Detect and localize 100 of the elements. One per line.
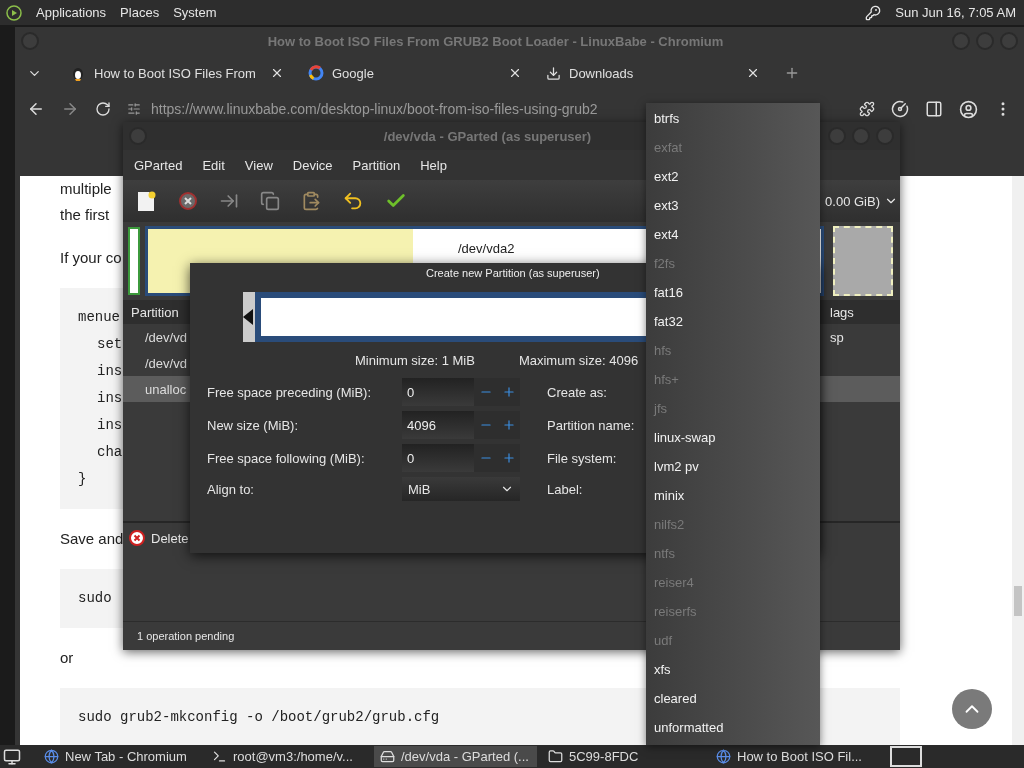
menu-item[interactable]: ext3	[646, 191, 820, 220]
close-icon[interactable]	[746, 66, 760, 80]
site-info-icon[interactable]	[127, 102, 141, 116]
increment-button[interactable]	[497, 411, 520, 439]
window-title: How to Boot ISO Files From GRUB2 Boot Loader - LinuxBabe - Chromium	[266, 33, 725, 49]
globe-icon	[44, 749, 59, 764]
column-header[interactable]: Partition	[131, 304, 179, 320]
menu-item[interactable]: Device	[292, 157, 333, 173]
workspace-switcher[interactable]	[890, 746, 922, 767]
plus-icon	[501, 385, 516, 399]
terminal-icon	[212, 749, 227, 764]
browser-tab[interactable]: Downloads	[532, 57, 770, 89]
menu-item[interactable]: unformatted	[646, 713, 820, 742]
panel-menu[interactable]: System	[173, 5, 217, 20]
google-icon	[308, 65, 324, 81]
scroll-top-button[interactable]	[952, 689, 992, 729]
resize-handle[interactable]	[243, 292, 255, 342]
code-line: ins	[97, 416, 123, 435]
article-text: If your co	[60, 248, 122, 268]
new-document-icon[interactable]	[135, 190, 157, 212]
menu-item[interactable]: fat32	[646, 307, 820, 336]
browser-tab[interactable]: How to Boot ISO Files From	[56, 57, 294, 89]
taskbar-item[interactable]: New Tab - Chromium	[38, 746, 201, 767]
copy-icon[interactable]	[260, 191, 280, 211]
plus-icon	[501, 451, 516, 465]
code-line: sudo	[78, 589, 112, 608]
new-tab-icon[interactable]	[784, 65, 800, 81]
window-title: /dev/vda - GParted (as superuser)	[382, 128, 593, 144]
operation-text: Delete	[151, 530, 189, 546]
back-icon[interactable]	[27, 100, 45, 118]
code-line: ins	[97, 389, 123, 408]
globe-icon	[716, 749, 731, 764]
taskbar-item[interactable]: root@vm3:/home/v...	[206, 746, 369, 767]
menu-item[interactable]: ext2	[646, 162, 820, 191]
article-text: Save and	[60, 529, 124, 549]
side-panel-icon[interactable]	[925, 100, 943, 118]
max-size-text: Maximum size: 4096	[518, 352, 639, 368]
menu-item[interactable]: minix	[646, 481, 820, 510]
size-field[interactable]: 4096	[402, 411, 474, 439]
menu-item[interactable]: Partition	[352, 157, 401, 173]
size-field[interactable]: 0	[402, 378, 474, 406]
forward-icon[interactable]	[61, 100, 79, 118]
show-desktop-icon[interactable]	[3, 747, 21, 766]
column-header[interactable]: lags	[830, 304, 900, 320]
menu-item[interactable]: Edit	[202, 157, 225, 173]
table-cell: unalloc	[145, 381, 187, 397]
min-size-text: Minimum size: 1 MiB	[355, 352, 475, 368]
article-text: the first	[60, 205, 110, 225]
table-cell-text: sp	[830, 329, 845, 345]
resize-icon[interactable]	[219, 191, 239, 211]
field-label: Label:	[547, 481, 583, 497]
taskbar-item[interactable]: How to Boot ISO Fil...	[710, 746, 873, 767]
field-label: File system:	[547, 450, 617, 466]
menu-item[interactable]: btrfs	[646, 104, 820, 133]
download-status-icon[interactable]	[891, 100, 909, 118]
field-label: Free space following (MiB):	[207, 450, 365, 466]
taskbar-item[interactable]: 5C99-8FDC	[542, 746, 705, 767]
field-label: Free space preceding (MiB):	[207, 384, 371, 400]
extension-icon[interactable]	[859, 101, 875, 117]
address-bar[interactable]: https://www.linuxbabe.com/desktop-linux/boot-from-iso-files-using-grub2	[127, 94, 598, 124]
delete-icon	[129, 530, 145, 546]
undo-icon[interactable]	[342, 190, 364, 212]
align-dropdown[interactable]: MiB	[402, 477, 520, 501]
delete-icon[interactable]	[178, 191, 198, 211]
profile-icon[interactable]	[959, 99, 978, 119]
menu-item[interactable]: xfs	[646, 655, 820, 684]
scrollbar[interactable]	[1012, 176, 1024, 745]
taskbar-item[interactable]: /dev/vda - GParted (...	[374, 746, 537, 767]
device-selector[interactable]: 0.00 GiB)	[825, 193, 898, 209]
dialog-title: Create new Partition (as superuser)	[426, 267, 600, 279]
table-cell: /dev/vd	[145, 329, 187, 345]
partition-bar	[128, 227, 140, 295]
field-label: Align to:	[207, 481, 254, 497]
field-label: Partition name:	[547, 417, 635, 433]
article-text: multiple	[60, 179, 112, 199]
paste-icon[interactable]	[301, 191, 321, 211]
menu-item[interactable]: fat16	[646, 278, 820, 307]
menu-logo-icon	[6, 4, 22, 21]
partition-label: /dev/vda2	[458, 241, 515, 256]
code-line: }	[78, 470, 87, 489]
reload-icon[interactable]	[95, 101, 111, 117]
panel-menu[interactable]: Applications	[36, 5, 107, 20]
menu-item[interactable]: linux-swap	[646, 423, 820, 452]
menu-item[interactable]: Help	[420, 157, 447, 173]
increment-button[interactable]	[497, 444, 520, 472]
menu-item[interactable]: cleared	[646, 684, 820, 713]
close-icon[interactable]	[508, 66, 522, 80]
increment-button[interactable]	[497, 378, 520, 406]
download-icon	[546, 65, 561, 81]
close-icon[interactable]	[270, 66, 284, 80]
menu-item[interactable]: View	[244, 157, 273, 173]
code-line: menue	[78, 308, 120, 327]
menu-item[interactable]: ext4	[646, 220, 820, 249]
size-field[interactable]: 0	[402, 444, 474, 472]
menu-item[interactable]: lvm2 pv	[646, 452, 820, 481]
penguin-icon	[70, 65, 86, 81]
panel-menu[interactable]: Places	[120, 5, 160, 20]
menu-item[interactable]: GParted	[134, 157, 183, 173]
field-label: Create as:	[547, 384, 607, 400]
browser-tab[interactable]: Google	[294, 57, 532, 89]
